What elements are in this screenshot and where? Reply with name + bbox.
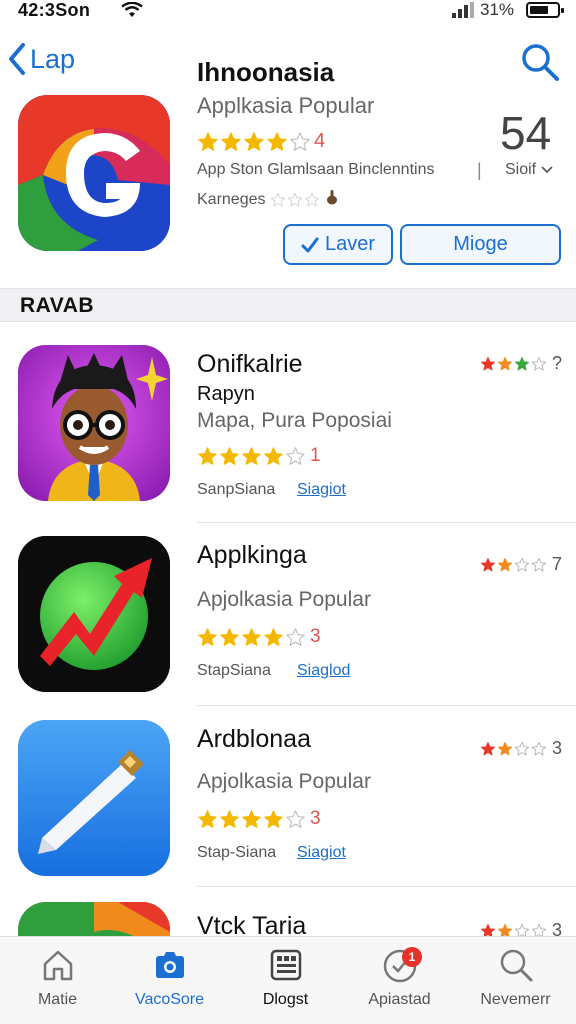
app-title: Applkinga (197, 541, 307, 569)
search-icon (522, 44, 559, 81)
back-button[interactable]: Lap (8, 42, 75, 76)
battery-icon (526, 2, 564, 18)
app-row[interactable]: Ardblonaa Apjolkasia Popular 3 Stap-Sian… (0, 720, 576, 902)
featured-meta: App Ston Glamlsaan Binclenntins (197, 161, 435, 178)
status-time: 42:3Son (18, 0, 91, 20)
chevron-down-icon (541, 166, 553, 174)
row-divider (197, 886, 576, 887)
camera-icon (155, 952, 184, 978)
app-row[interactable]: Applkinga Apjolkasia Popular 3 StapSiana… (0, 536, 576, 718)
app-side-rating: 3 (480, 920, 562, 936)
tab-label: Dlogst (262, 991, 309, 1008)
tab-label: VacoSore (134, 991, 205, 1008)
app-icon-avatar (18, 345, 170, 501)
app-star-rating: 1 (197, 445, 321, 467)
mioge-button[interactable]: Mioge (400, 224, 561, 265)
app-seller: StapSiana (197, 662, 271, 679)
star-rating-icon (197, 627, 307, 648)
app-subtitle: Apjolkasia Popular (197, 588, 371, 611)
home-icon (43, 950, 72, 981)
section-header: RAVAB (0, 288, 576, 322)
laver-button-label: Laver (324, 233, 376, 255)
app-seller-link[interactable]: Siagiot (297, 481, 346, 499)
app-icon-partial (18, 902, 170, 936)
tab-label: Nevemerr (480, 991, 551, 1008)
app-icon-chart (18, 536, 170, 692)
app-title: Ardblonaa (197, 725, 311, 753)
multicolor-star-icon (480, 923, 548, 936)
star-rating-icon (197, 809, 307, 830)
featured-score: 54 (500, 107, 552, 159)
app-subtitle: Mapa, Pura Poposiai (197, 409, 392, 432)
empty-star-rating-icon (270, 192, 321, 208)
featured-size: Sioif (505, 161, 537, 178)
row-divider (197, 522, 576, 523)
grid-icon (270, 949, 301, 981)
featured-app-icon[interactable] (18, 95, 170, 251)
row-divider (197, 705, 576, 706)
tab-apiastad[interactable]: 1 Apiastad (342, 947, 457, 1009)
star-rating-icon (197, 131, 312, 153)
tab-vacosore[interactable]: VacoSore (112, 947, 227, 1009)
app-side-count: ? (551, 353, 562, 373)
tab-nevemerr[interactable]: Nevemerr (458, 947, 573, 1009)
chevron-left-icon (9, 43, 25, 75)
app-side-count: 3 (551, 920, 562, 936)
app-title: Vtck Taria (197, 912, 307, 936)
app-developer: Rapyn (197, 383, 255, 405)
featured-app-title: Ihnoonasia (197, 57, 335, 87)
multicolor-star-icon (480, 741, 548, 757)
app-seller-link[interactable]: Siagiot (297, 844, 346, 862)
featured-star-rating: 4 (197, 130, 325, 153)
featured-ratings-line: Karneges (197, 189, 339, 210)
ratings-label: Karneges (197, 190, 266, 208)
search-icon (500, 949, 532, 982)
app-seller-link[interactable]: Siaglod (297, 662, 350, 680)
app-side-count: 7 (551, 554, 562, 574)
meta-separator: | (477, 160, 482, 180)
thumb-icon (325, 189, 339, 210)
app-side-rating: 3 (480, 738, 562, 759)
notification-badge: 1 (402, 947, 422, 967)
app-star-rating: 3 (197, 626, 321, 648)
multicolor-star-icon (480, 557, 548, 573)
section-title: RAVAB (20, 294, 95, 317)
app-row[interactable]: Onifkalrie Rapyn Mapa, Pura Poposiai 1 S… (0, 345, 576, 527)
tab-dlogst[interactable]: Dlogst (228, 947, 343, 1009)
app-rating-count: 3 (310, 808, 321, 829)
checkmark-icon (301, 237, 319, 252)
app-side-rating: ? (480, 353, 562, 374)
search-button[interactable] (520, 42, 560, 87)
app-row[interactable]: Vtck Taria 3 (0, 902, 576, 936)
tab-label: Matie (37, 991, 78, 1008)
app-subtitle: Apjolkasia Popular (197, 770, 371, 793)
featured-rating-count: 4 (314, 130, 326, 152)
mioge-button-label: Mioge (453, 233, 508, 255)
tab-home[interactable]: Matie (0, 947, 115, 1009)
wifi-icon (121, 1, 143, 23)
featured-size-dropdown[interactable]: Sioif (505, 161, 553, 179)
app-icon-pen (18, 720, 170, 876)
featured-app-subtitle: Applkasia Popular (197, 93, 375, 118)
app-side-count: 3 (551, 738, 562, 758)
tab-bar: Matie VacoSore Dlogst 1 Apiastad Nevemer… (0, 936, 576, 1024)
app-star-rating: 3 (197, 808, 321, 830)
tab-label: Apiastad (368, 991, 431, 1008)
battery-percent: 31% (480, 0, 515, 19)
app-seller: Stap-Siana (197, 844, 277, 861)
app-rating-count: 3 (310, 626, 321, 647)
app-seller: SanpSiana (197, 481, 276, 498)
laver-button[interactable]: Laver (283, 224, 393, 265)
status-bar: 42:3Son 31% (0, 0, 576, 22)
signal-icon (452, 2, 476, 23)
multicolor-star-icon (480, 356, 548, 372)
app-side-rating: 7 (480, 554, 562, 575)
back-label: Lap (30, 43, 76, 74)
star-rating-icon (197, 446, 307, 467)
app-rating-count: 1 (310, 445, 321, 466)
app-title: Onifkalrie (197, 350, 303, 378)
